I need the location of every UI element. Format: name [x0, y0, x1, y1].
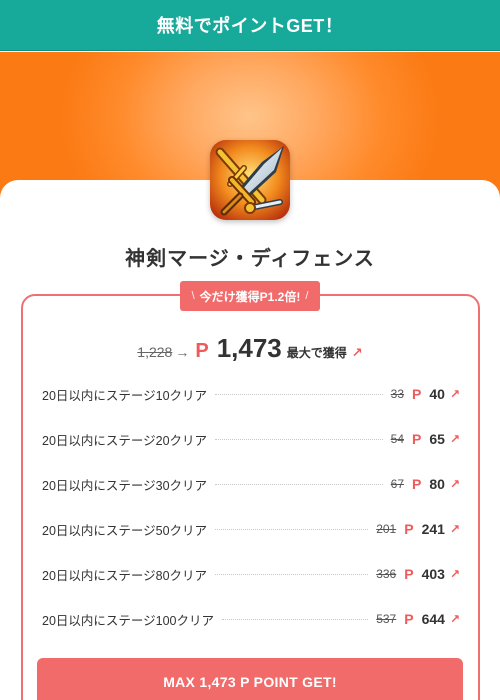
- new-total-points: 1,473: [216, 333, 282, 363]
- promo-deco-right: /: [305, 290, 309, 302]
- task-old-points: 537: [376, 612, 397, 626]
- sword-shield-app-icon: [210, 140, 290, 220]
- task-new-points: 80: [429, 476, 445, 492]
- trend-up-icon: ↗: [449, 522, 460, 536]
- point-get-button[interactable]: MAX 1,473 P POINT GET!: [37, 658, 463, 700]
- max-label: 最大で獲得: [286, 346, 347, 360]
- dotted-leader: [215, 573, 369, 575]
- dotted-leader: [215, 483, 383, 485]
- task-row: 20日以内にステージ80クリア 336 P 403 ↗: [42, 564, 460, 584]
- point-mark: P: [412, 386, 422, 402]
- task-new-points: 241: [421, 521, 445, 537]
- task-new-points: 644: [421, 611, 445, 627]
- task-old-points: 67: [390, 477, 405, 491]
- app-title: 神剣マージ・ディフェンス: [125, 248, 375, 270]
- trend-up-icon: ↗: [449, 612, 460, 626]
- top-header-bar: 無料でポイントGET！: [0, 0, 500, 51]
- task-new-points: 40: [429, 386, 445, 402]
- task-row: 20日以内にステージ10クリア 33 P 40 ↗: [42, 384, 460, 404]
- point-mark: P: [404, 566, 414, 582]
- task-label: 20日以内にステージ30クリア: [42, 478, 208, 493]
- task-row: 20日以内にステージ20クリア 54 P 65 ↗: [42, 429, 460, 449]
- task-row: 20日以内にステージ50クリア 201 P 241 ↗: [42, 519, 460, 539]
- task-label: 20日以内にステージ100クリア: [42, 613, 215, 628]
- task-old-points: 336: [376, 567, 397, 581]
- total-points-row: 1,228 → P 1,473 最大で獲得 ↗: [0, 333, 500, 364]
- trend-up-icon: ↗: [351, 345, 363, 360]
- task-row: 20日以内にステージ100クリア 537 P 644 ↗: [42, 609, 460, 629]
- promo-text: 今だけ獲得P1.2倍!: [199, 289, 301, 304]
- task-label: 20日以内にステージ80クリア: [42, 568, 208, 583]
- point-mark: P: [404, 521, 414, 537]
- task-label: 20日以内にステージ50クリア: [42, 523, 208, 538]
- point-get-button-label: MAX 1,473 P POINT GET!: [163, 674, 337, 690]
- arrow-right-icon: →: [175, 344, 190, 360]
- task-label: 20日以内にステージ10クリア: [42, 388, 208, 403]
- task-old-points: 33: [390, 387, 405, 401]
- dotted-leader: [215, 528, 369, 530]
- task-old-points: 54: [390, 432, 405, 446]
- task-label: 20日以内にステージ20クリア: [42, 433, 208, 448]
- task-new-points: 65: [429, 431, 445, 447]
- task-old-points: 201: [376, 522, 397, 536]
- task-row: 20日以内にステージ30クリア 67 P 80 ↗: [42, 474, 460, 494]
- dotted-leader: [215, 438, 383, 440]
- dotted-leader: [222, 618, 369, 620]
- point-mark: P: [412, 476, 422, 492]
- dotted-leader: [215, 393, 383, 395]
- promo-badge: \ 今だけ獲得P1.2倍! /: [180, 281, 320, 311]
- trend-up-icon: ↗: [449, 477, 460, 491]
- point-mark: P: [404, 611, 414, 627]
- promo-deco-left: \: [191, 290, 195, 302]
- old-total-points: 1,228: [137, 344, 173, 360]
- point-mark: P: [412, 431, 422, 447]
- task-new-points: 403: [421, 566, 445, 582]
- header-title: 無料でポイントGET！: [156, 16, 344, 36]
- trend-up-icon: ↗: [449, 432, 460, 446]
- trend-up-icon: ↗: [449, 387, 460, 401]
- trend-up-icon: ↗: [449, 567, 460, 581]
- point-mark: P: [195, 340, 209, 362]
